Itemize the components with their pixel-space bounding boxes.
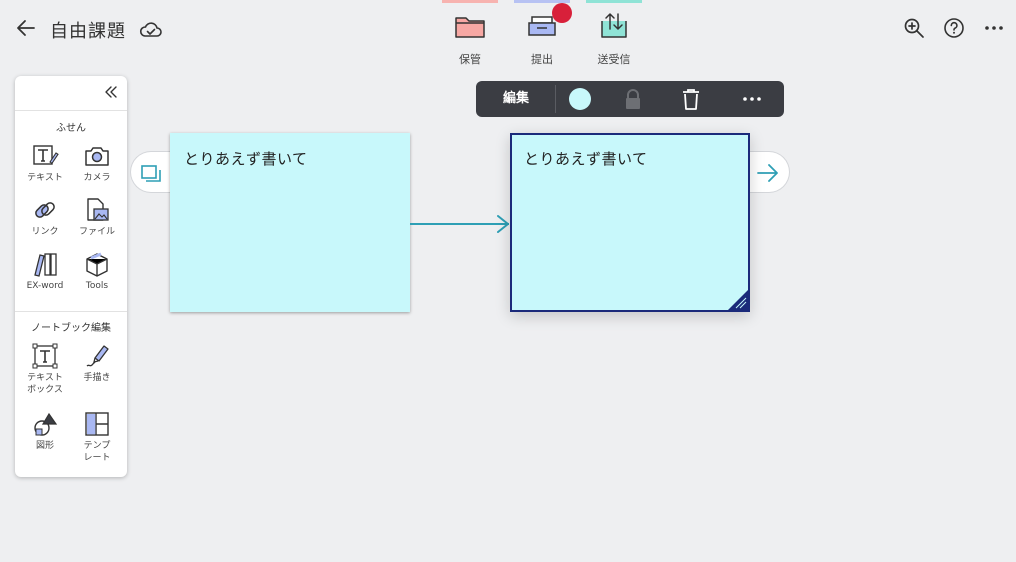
card-link-icon [141,165,161,182]
divider [555,85,556,113]
more-icon[interactable] [740,87,764,111]
tool-tools[interactable]: Tools [69,250,125,292]
back-arrow-icon[interactable] [14,16,38,40]
arrow-right-icon [757,164,778,182]
more-icon[interactable] [982,16,1006,40]
card-link-tab[interactable] [130,151,170,193]
tool-exword[interactable]: EX-word [17,250,73,292]
tool-shape[interactable]: 図形 [17,410,73,452]
help-icon[interactable] [942,16,966,40]
resize-handle-icon[interactable] [728,290,748,310]
tool-file[interactable]: ファイル [69,196,125,238]
tool-camera[interactable]: カメラ [69,142,125,184]
template-icon [83,410,111,438]
edit-toolbar: 編集 [476,81,784,117]
file-icon [83,196,111,224]
tab-label: 提出 [531,53,553,66]
send-receive-icon [598,11,630,41]
pen-icon [83,342,111,370]
tool-link[interactable]: リンク [17,196,73,238]
page-title: 自由課題 [50,21,126,42]
tab-send-receive[interactable]: 送受信 [586,0,642,72]
section-title-notebook-edit: ノートブック編集 [31,323,111,334]
tools-box-icon [83,250,111,278]
tool-text[interactable]: テキスト [17,142,73,184]
divider [15,311,127,312]
folder-icon [454,11,486,41]
tool-textbox[interactable]: テキスト ボックス [17,342,73,396]
tab-storage[interactable]: 保管 [442,0,498,72]
tab-label: 保管 [459,53,481,66]
cloud-sync-icon[interactable] [139,18,163,42]
zoom-in-icon[interactable] [902,16,926,40]
section-title-sticky: ふせん [56,123,86,134]
sticky-note-selected[interactable]: とりあえず書いて [510,133,750,312]
tab-label: 送受信 [597,53,631,66]
edit-button[interactable]: 編集 [476,81,556,117]
shape-icon [31,410,59,438]
tool-template[interactable]: テンプ レート [69,410,125,464]
tab-strip [586,0,642,3]
textbox-icon [31,342,59,370]
tool-handwrite[interactable]: 手描き [69,342,125,384]
notification-badge [552,3,572,23]
connector-arrow[interactable] [410,214,512,234]
trash-icon[interactable] [679,87,703,111]
link-icon [31,196,59,224]
exword-icon [31,250,59,278]
connect-arrow-tab[interactable] [750,151,790,193]
divider [15,110,127,111]
color-swatch-icon[interactable] [568,87,592,111]
collapse-icon[interactable] [103,84,119,100]
text-note-icon [31,142,59,170]
sticky-note[interactable]: とりあえず書いて [170,133,410,312]
tab-strip [442,0,498,3]
lock-icon[interactable] [621,87,645,111]
camera-icon [83,142,111,170]
sticky-note-text: とりあえず書いて [524,150,648,168]
tab-submit[interactable]: 提出 [514,0,572,72]
tool-palette: ふせん テキスト カメラ リンク ファイル EX-word Tools ノートブ… [15,76,127,477]
sticky-note-text: とりあえず書いて [184,150,308,168]
